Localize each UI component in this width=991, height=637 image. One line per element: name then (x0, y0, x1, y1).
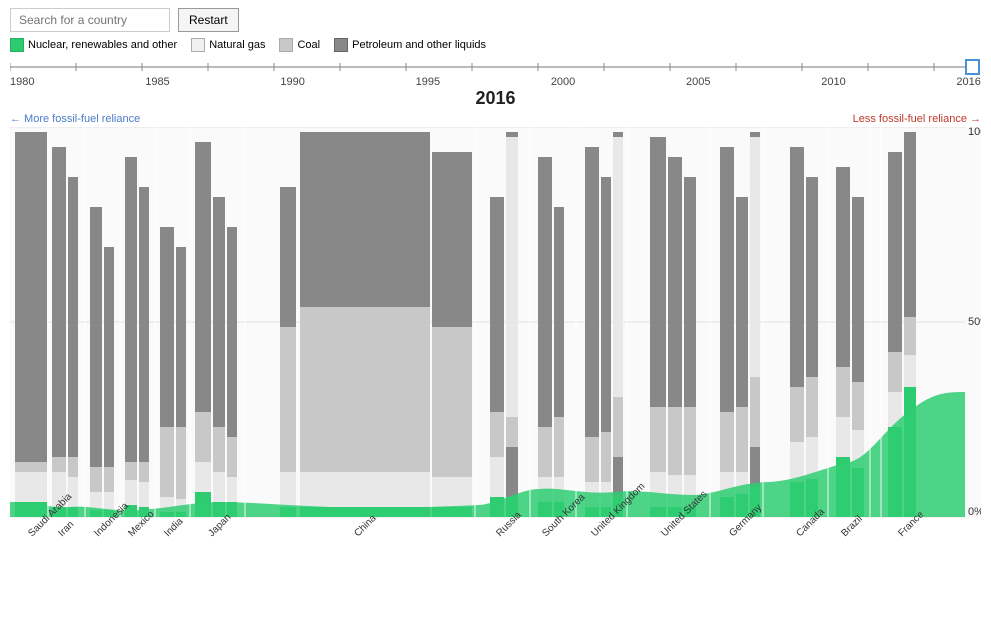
year-1985: 1985 (145, 76, 169, 88)
timeline-track[interactable] (10, 58, 981, 76)
country-iran: Iran (56, 519, 76, 537)
pct-100-label: 100% (968, 127, 981, 138)
natural-gas-label: Natural gas (209, 39, 265, 51)
legend-petroleum: Petroleum and other liquids (334, 38, 486, 52)
country-india: India (162, 516, 185, 537)
year-2000: 2000 (551, 76, 575, 88)
chart-container: 100% 50% 0% (10, 127, 981, 537)
legend-natural-gas: Natural gas (191, 38, 265, 52)
less-fossil-label: Less fossil-fuel reliance → (853, 113, 981, 125)
restart-button[interactable]: Restart (178, 8, 239, 32)
main-chart: 100% 50% 0% (10, 127, 981, 537)
search-input[interactable] (10, 8, 170, 32)
pct-50-label: 50% (968, 316, 981, 328)
legend-coal: Coal (279, 38, 320, 52)
year-2010: 2010 (821, 76, 845, 88)
legend-nuclear: Nuclear, renewables and other (10, 38, 177, 52)
top-controls: Restart (10, 8, 981, 32)
more-fossil-label: ← More fossil-fuel reliance (10, 113, 140, 125)
current-year-display: 2016 (10, 88, 981, 109)
natural-gas-swatch (191, 38, 205, 52)
timeline-area: 1980 1985 1990 1995 2000 2005 2010 2016 … (10, 58, 981, 109)
pct-0-label: 0% (968, 506, 981, 518)
timeline-slider[interactable] (10, 57, 981, 77)
reliance-labels: ← More fossil-fuel reliance Less fossil-… (10, 113, 981, 125)
petroleum-swatch (334, 38, 348, 52)
year-1990: 1990 (280, 76, 304, 88)
nuclear-label: Nuclear, renewables and other (28, 39, 177, 51)
coal-swatch (279, 38, 293, 52)
timeline-labels: 1980 1985 1990 1995 2000 2005 2010 2016 (10, 76, 981, 88)
petroleum-label: Petroleum and other liquids (352, 39, 486, 51)
year-1980: 1980 (10, 76, 34, 88)
year-1995: 1995 (416, 76, 440, 88)
year-2016: 2016 (956, 76, 980, 88)
nuclear-swatch (10, 38, 24, 52)
year-2005: 2005 (686, 76, 710, 88)
legend: Nuclear, renewables and other Natural ga… (10, 38, 981, 52)
coal-label: Coal (297, 39, 320, 51)
